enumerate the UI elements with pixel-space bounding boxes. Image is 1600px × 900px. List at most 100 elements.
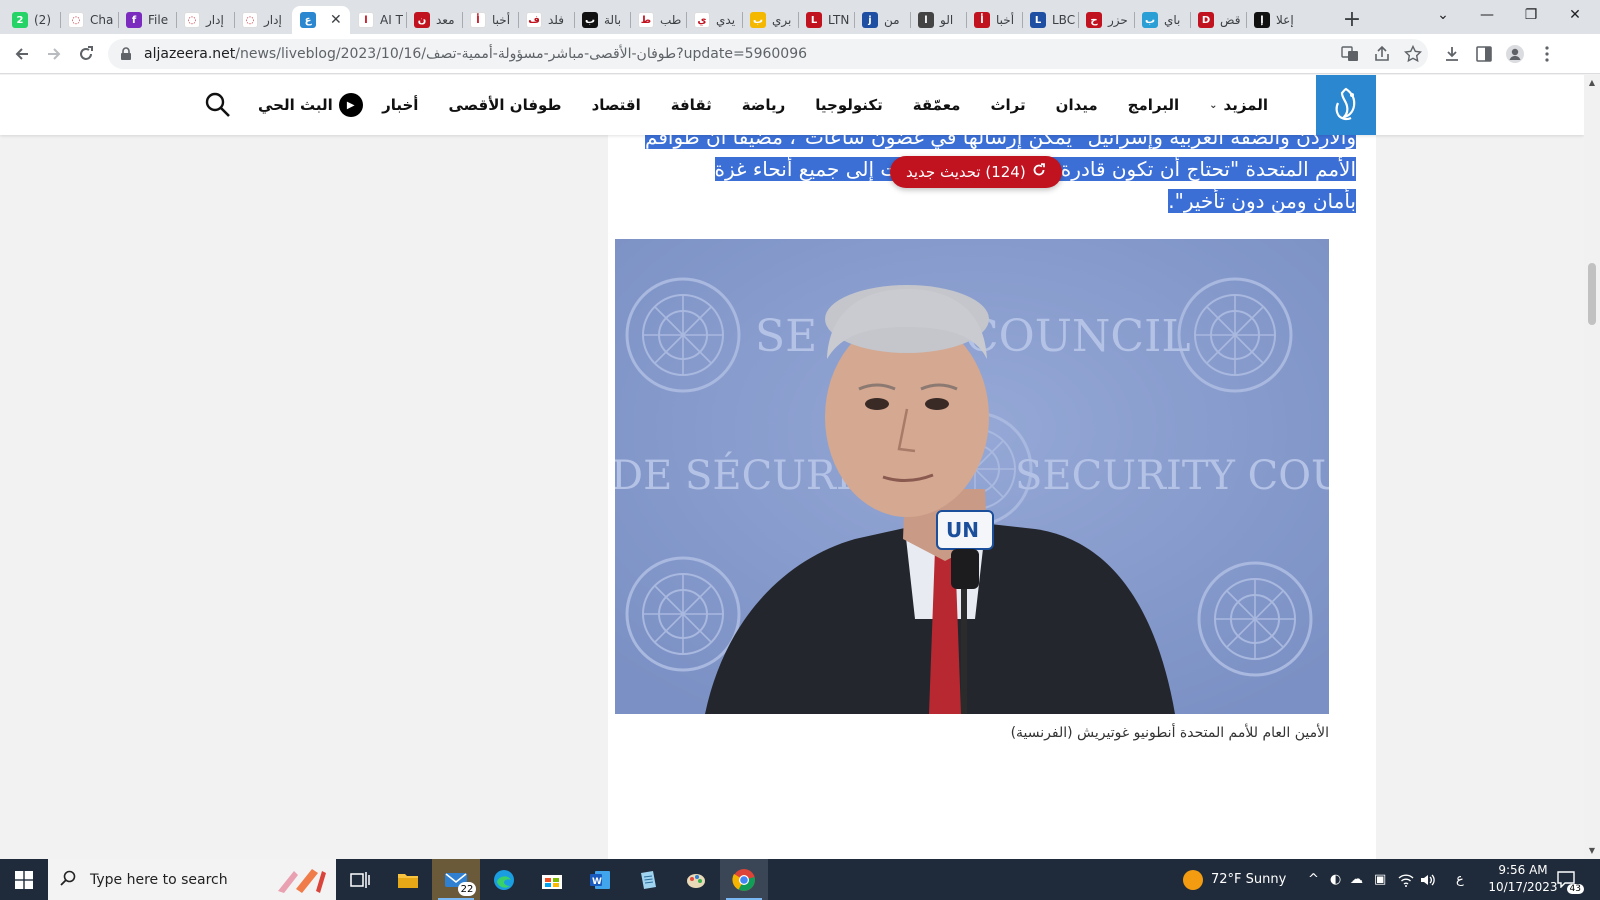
browser-tab-title: بري [772,13,792,27]
browser-tab[interactable]: أ أخبا [462,6,518,34]
lock-icon[interactable] [120,47,134,61]
page-scrollbar[interactable]: ▲ ▼ [1584,75,1600,859]
article-photo[interactable]: SE COUNCIL DE SÉCURIT SECURITY COU UN [615,239,1329,714]
restore-button[interactable]: ❐ [1508,0,1554,30]
nav-item-midan[interactable]: ميدان [1056,96,1098,114]
system-clock[interactable]: 9:56 AM 10/17/2023 [1480,862,1566,896]
nav-item-economy[interactable]: اقتصاد [592,96,641,114]
browser-tab[interactable]: ب باي [1134,6,1190,34]
onedrive-cloud-icon[interactable]: ☁ [1350,859,1363,900]
nav-item-in-depth[interactable]: معمّقة [913,96,961,114]
browser-tab[interactable]: أ أخبا [966,6,1022,34]
download-icon[interactable] [1442,44,1462,64]
paragraph-line: بأمان ومن دون تأخير". [1168,189,1356,213]
browser-tab[interactable]: j من [854,6,910,34]
microsoft-store-icon[interactable] [528,859,576,900]
input-language-indicator[interactable]: ع [1456,859,1464,900]
tab-search-chevron-icon[interactable]: ⌄ [1420,0,1466,30]
browser-tab[interactable]: إ إعلا [1246,6,1302,34]
browser-tab[interactable]: ف فلد [518,6,574,34]
browser-tab[interactable]: ◌ Cha [60,6,118,34]
nav-item-technology[interactable]: تكنولوجيا [815,96,883,114]
scroll-down-arrow-icon[interactable]: ▼ [1588,847,1596,855]
nav-item-programs[interactable]: البرامج [1128,96,1179,114]
word-app-icon[interactable]: W [576,859,624,900]
new-tab-button[interactable]: + [1338,5,1366,33]
browser-tab[interactable]: ن معد [406,6,462,34]
close-tab-icon[interactable]: ✕ [330,12,342,28]
nav-item-al-aqsa-flood[interactable]: طوفان الأقصى [448,96,561,114]
chrome-browser-icon[interactable] [720,859,768,900]
reload-icon[interactable] [72,40,100,68]
show-hidden-icons-chevron-icon[interactable]: ^ [1308,859,1319,900]
mail-app-icon[interactable]: 22 [432,859,480,900]
browser-tab[interactable]: L LTN [798,6,854,34]
share-icon[interactable] [1372,44,1392,64]
translate-icon[interactable] [1340,44,1360,64]
wifi-icon[interactable] [1398,859,1414,900]
scroll-up-arrow-icon[interactable]: ▲ [1588,79,1596,87]
browser-tab-title: (2) [34,13,51,27]
browser-tab[interactable]: ح حزر [1078,6,1134,34]
live-stream-button[interactable]: ▶ البث الحي [258,92,363,118]
browser-tab[interactable]: ◌ إدار [234,6,292,34]
browser-tab[interactable]: ي يدي [686,6,742,34]
bookmark-star-icon[interactable] [1403,44,1423,64]
mail-badge: 22 [458,882,476,896]
nav-item-news[interactable]: أخبار [382,96,418,114]
news-icon: ا [918,12,934,28]
side-panel-icon[interactable] [1474,44,1494,64]
device-icon[interactable]: ▣ [1374,859,1386,900]
news-icon: ن [414,12,430,28]
browser-tab[interactable]: ط طب [630,6,686,34]
address-bar[interactable]: aljazeera.net/news/liveblog/2023/10/16/ط… [108,39,1428,69]
edge-browser-icon[interactable] [480,859,528,900]
browser-tab[interactable]: 2 (2) [4,6,60,34]
backdrop-text-council: COUNCIL [965,311,1191,362]
close-window-button[interactable]: ✕ [1552,0,1598,30]
refresh-icon [1032,163,1046,181]
meet-now-icon[interactable]: ◐ [1330,859,1341,900]
forward-arrow-icon[interactable] [40,40,68,68]
news-icon: L [806,12,822,28]
weather-widget[interactable]: 72°F Sunny [1183,859,1286,900]
browser-tab-title: فلد [548,13,565,27]
minimize-button[interactable]: — [1464,0,1510,30]
kebab-menu-icon[interactable] [1537,44,1557,64]
browser-tab[interactable]: ع ✕ [292,6,350,34]
browser-tab[interactable]: ب بري [742,6,798,34]
news-icon: ب [582,12,598,28]
windows-start-icon[interactable] [0,859,48,900]
nav-item-heritage[interactable]: تراث [990,96,1025,114]
volume-icon[interactable] [1420,859,1436,900]
taskbar-search-box[interactable]: Type here to search [48,859,336,900]
browser-tab[interactable]: L LBC [1022,6,1078,34]
file-explorer-icon[interactable] [384,859,432,900]
taskbar-search-placeholder: Type here to search [90,871,228,888]
new-updates-button[interactable]: (124) تحديث جديد [890,156,1062,188]
nav-item-more[interactable]: المزيد ⌄ [1209,96,1268,114]
search-icon[interactable] [204,91,232,119]
news-icon: ي [694,12,710,28]
nav-item-sports[interactable]: رياضة [742,96,786,114]
news-icon: أ [974,12,990,28]
back-arrow-icon[interactable] [8,40,36,68]
browser-tab[interactable]: ب بالة [574,6,630,34]
nav-item-culture[interactable]: ثقافة [671,96,712,114]
scrollbar-thumb[interactable] [1588,263,1596,325]
browser-tab[interactable]: f File [118,6,176,34]
browser-tab[interactable]: ا AI T [350,6,406,34]
sun-icon [1183,869,1203,890]
browser-tab[interactable]: ◌ إدار [176,6,234,34]
photo-caption: الأمين العام للأمم المتحدة أنطونيو غوتير… [1010,725,1329,741]
aljazeera-logo[interactable] [1316,75,1376,135]
profile-avatar-icon[interactable] [1505,44,1525,64]
task-view-icon[interactable] [336,859,384,900]
browser-tab[interactable]: ا الو [910,6,966,34]
notifications-icon[interactable]: 43 [1556,859,1584,900]
paint-icon[interactable] [672,859,720,900]
clock-date: 10/17/2023 [1488,880,1558,894]
browser-tab[interactable]: D قض [1190,6,1246,34]
notepad-icon[interactable] [624,859,672,900]
news-icon: ب [750,12,766,28]
